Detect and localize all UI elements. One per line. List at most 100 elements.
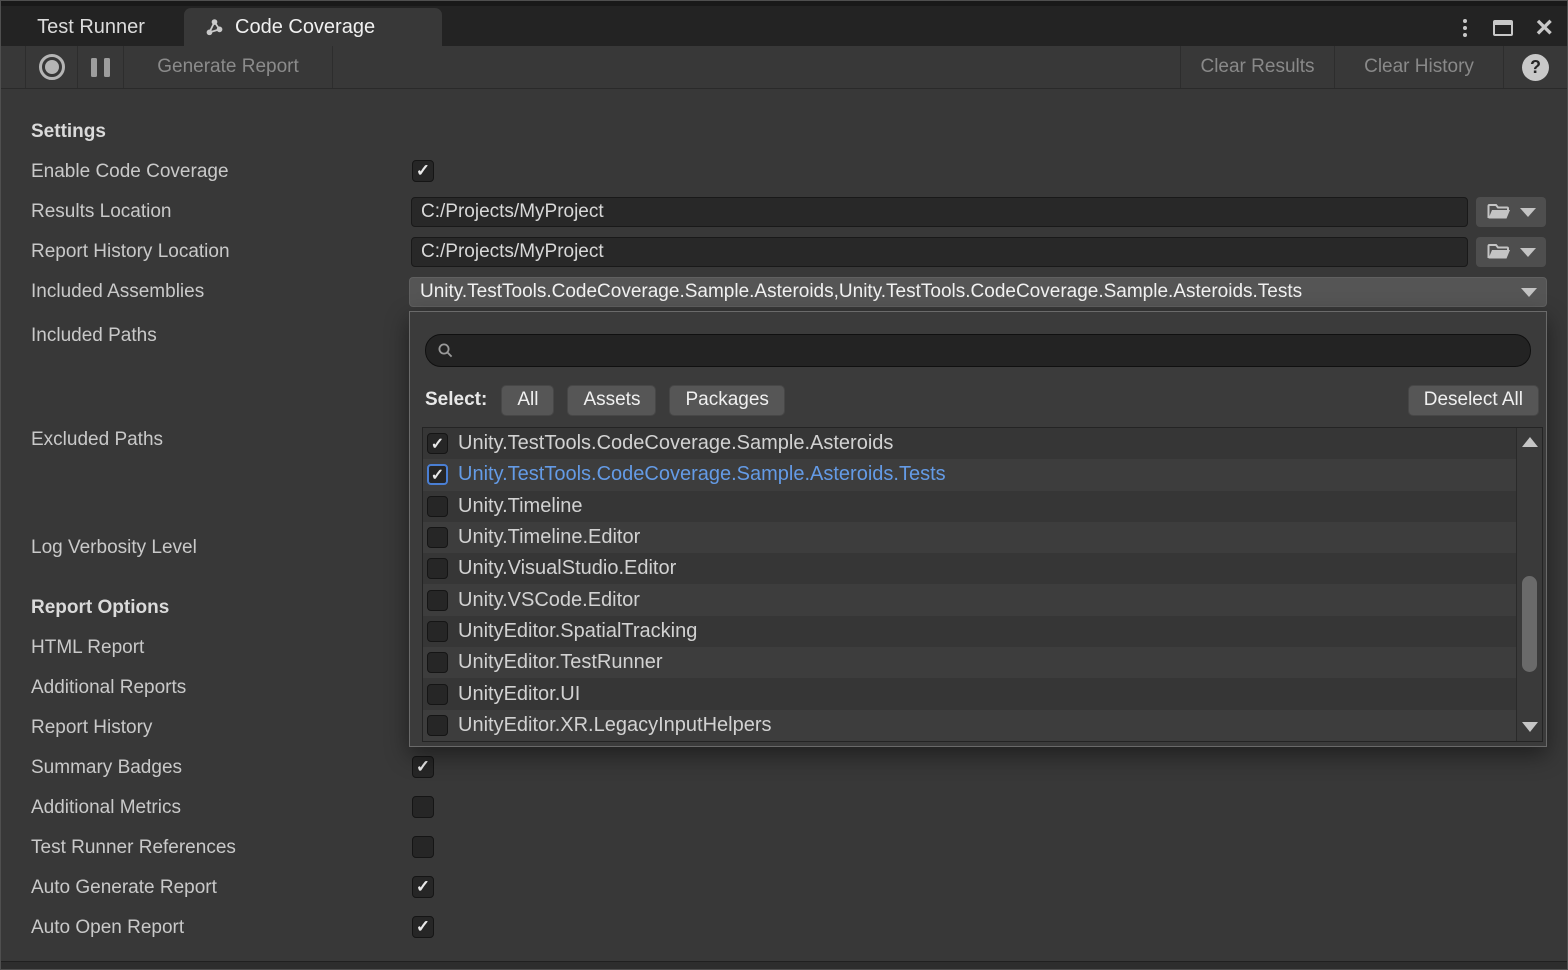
assembly-list-item[interactable]: Unity.VSCode.Editor bbox=[423, 584, 1516, 615]
assembly-item-checkbox[interactable] bbox=[427, 464, 448, 485]
clear-results-button[interactable]: Clear Results bbox=[1180, 46, 1334, 88]
html-report-label: HTML Report bbox=[31, 636, 144, 660]
assembly-item-name: Unity.Timeline bbox=[458, 495, 582, 518]
enable-code-coverage-checkbox[interactable] bbox=[412, 160, 434, 182]
help-button[interactable]: ? bbox=[1503, 46, 1567, 88]
window-menu-kebab-icon[interactable] bbox=[1459, 17, 1471, 39]
auto-generate-report-checkbox[interactable] bbox=[412, 876, 434, 898]
tab-code-coverage-label: Code Coverage bbox=[235, 16, 375, 39]
summary-badges-checkbox[interactable] bbox=[412, 756, 434, 778]
report-history-location-label: Report History Location bbox=[31, 240, 230, 264]
generate-report-button[interactable]: Generate Report bbox=[124, 46, 333, 88]
pause-button[interactable] bbox=[78, 46, 124, 88]
auto-generate-report-label: Auto Generate Report bbox=[31, 876, 217, 900]
window-bottom-strip bbox=[1, 961, 1567, 969]
report-history-label: Report History bbox=[31, 716, 152, 740]
assembly-list-item[interactable]: UnityEditor.TestRunner bbox=[423, 647, 1516, 678]
included-assemblies-label: Included Assemblies bbox=[31, 280, 204, 304]
tab-code-coverage[interactable]: Code Coverage bbox=[184, 8, 442, 46]
log-verbosity-level-label: Log Verbosity Level bbox=[31, 536, 197, 560]
results-location-folder-button[interactable] bbox=[1476, 197, 1546, 227]
assembly-item-name: Unity.VisualStudio.Editor bbox=[458, 557, 676, 580]
test-runner-references-checkbox[interactable] bbox=[412, 836, 434, 858]
additional-reports-label: Additional Reports bbox=[31, 676, 186, 700]
included-paths-label: Included Paths bbox=[31, 324, 157, 348]
scroll-up-icon[interactable] bbox=[1522, 437, 1538, 447]
assembly-item-checkbox[interactable] bbox=[427, 590, 448, 611]
deselect-all-button[interactable]: Deselect All bbox=[1408, 385, 1539, 416]
additional-metrics-label: Additional Metrics bbox=[31, 796, 181, 820]
assembly-item-name: UnityEditor.TestRunner bbox=[458, 651, 663, 674]
assembly-item-checkbox[interactable] bbox=[427, 715, 448, 736]
unity-editor-window: Test Runner Code Coverage × bbox=[0, 0, 1568, 970]
select-packages-button[interactable]: Packages bbox=[669, 385, 784, 416]
report-history-location-field[interactable]: C:/Projects/MyProject bbox=[411, 237, 1468, 267]
results-location-label: Results Location bbox=[31, 200, 171, 224]
assembly-list-item[interactable]: UnityEditor.UI bbox=[423, 678, 1516, 709]
additional-metrics-checkbox[interactable] bbox=[412, 796, 434, 818]
settings-section-title: Settings bbox=[31, 120, 106, 144]
assembly-list-item[interactable]: Unity.TestTools.CodeCoverage.Sample.Aste… bbox=[423, 459, 1516, 490]
report-history-folder-button[interactable] bbox=[1476, 237, 1546, 267]
assembly-item-checkbox[interactable] bbox=[427, 496, 448, 517]
included-assemblies-value: Unity.TestTools.CodeCoverage.Sample.Aste… bbox=[420, 281, 1302, 302]
code-coverage-icon bbox=[204, 17, 225, 38]
tab-bar: Test Runner Code Coverage × bbox=[1, 1, 1567, 46]
summary-badges-label: Summary Badges bbox=[31, 756, 182, 780]
auto-open-report-checkbox[interactable] bbox=[412, 916, 434, 938]
assembly-list: Unity.TestTools.CodeCoverage.Sample.Aste… bbox=[422, 427, 1543, 742]
close-icon[interactable]: × bbox=[1535, 15, 1553, 41]
assembly-list-item[interactable]: UnityEditor.SpatialTracking bbox=[423, 616, 1516, 647]
search-icon bbox=[437, 342, 454, 359]
report-options-section-title: Report Options bbox=[31, 596, 169, 620]
clear-history-button[interactable]: Clear History bbox=[1334, 46, 1503, 88]
results-location-field[interactable]: C:/Projects/MyProject bbox=[411, 197, 1468, 227]
assembly-list-item[interactable]: Unity.VisualStudio.Editor bbox=[423, 553, 1516, 584]
tab-test-runner[interactable]: Test Runner bbox=[7, 8, 175, 46]
assembly-rows: Unity.TestTools.CodeCoverage.Sample.Aste… bbox=[423, 428, 1516, 741]
assembly-list-item[interactable]: UnityEditor.XR.LegacyInputHelpers bbox=[423, 710, 1516, 741]
assembly-item-name: Unity.TestTools.CodeCoverage.Sample.Aste… bbox=[458, 432, 893, 455]
assembly-item-name: Unity.VSCode.Editor bbox=[458, 589, 640, 612]
scroll-down-icon[interactable] bbox=[1522, 722, 1538, 732]
select-label: Select: bbox=[425, 389, 487, 411]
maximize-icon[interactable] bbox=[1493, 20, 1513, 36]
assembly-search-input[interactable] bbox=[462, 335, 1530, 366]
assembly-search-box[interactable] bbox=[425, 334, 1531, 367]
assembly-item-name: UnityEditor.XR.LegacyInputHelpers bbox=[458, 714, 772, 737]
assembly-item-name: Unity.TestTools.CodeCoverage.Sample.Aste… bbox=[458, 463, 946, 486]
dropdown-arrow-icon bbox=[1521, 288, 1537, 297]
assembly-item-checkbox[interactable] bbox=[427, 433, 448, 454]
included-assemblies-popup: Select: All Assets Packages Deselect All… bbox=[409, 311, 1547, 747]
pause-icon bbox=[91, 58, 97, 77]
auto-open-report-label: Auto Open Report bbox=[31, 916, 184, 940]
toolbar-spacer bbox=[1, 46, 26, 88]
folder-dropdown-arrow-icon bbox=[1520, 208, 1536, 217]
help-icon: ? bbox=[1522, 54, 1549, 81]
assembly-list-item[interactable]: Unity.Timeline.Editor bbox=[423, 522, 1516, 553]
select-all-button[interactable]: All bbox=[501, 385, 554, 416]
assembly-list-scrollbar[interactable] bbox=[1516, 428, 1542, 741]
tab-test-runner-label: Test Runner bbox=[37, 16, 145, 39]
scrollbar-thumb[interactable] bbox=[1522, 576, 1537, 672]
assembly-list-item[interactable]: Unity.TestTools.CodeCoverage.Sample.Aste… bbox=[423, 428, 1516, 459]
select-assets-button[interactable]: Assets bbox=[567, 385, 656, 416]
included-assemblies-dropdown[interactable]: Unity.TestTools.CodeCoverage.Sample.Aste… bbox=[409, 277, 1547, 307]
record-button[interactable] bbox=[26, 46, 78, 88]
assembly-item-name: UnityEditor.SpatialTracking bbox=[458, 620, 697, 643]
assembly-item-checkbox[interactable] bbox=[427, 527, 448, 548]
assembly-item-name: UnityEditor.UI bbox=[458, 683, 580, 706]
assembly-item-checkbox[interactable] bbox=[427, 621, 448, 642]
folder-icon bbox=[1487, 203, 1511, 221]
excluded-paths-label: Excluded Paths bbox=[31, 428, 163, 452]
folder-dropdown-arrow-icon bbox=[1520, 248, 1536, 257]
assembly-item-checkbox[interactable] bbox=[427, 684, 448, 705]
window-controls: × bbox=[1459, 13, 1553, 43]
toolbar: Generate Report Clear Results Clear Hist… bbox=[1, 46, 1567, 89]
assembly-item-checkbox[interactable] bbox=[427, 558, 448, 579]
folder-icon bbox=[1487, 243, 1511, 261]
test-runner-references-label: Test Runner References bbox=[31, 836, 236, 860]
enable-code-coverage-label: Enable Code Coverage bbox=[31, 160, 229, 184]
assembly-item-checkbox[interactable] bbox=[427, 652, 448, 673]
assembly-list-item[interactable]: Unity.Timeline bbox=[423, 491, 1516, 522]
